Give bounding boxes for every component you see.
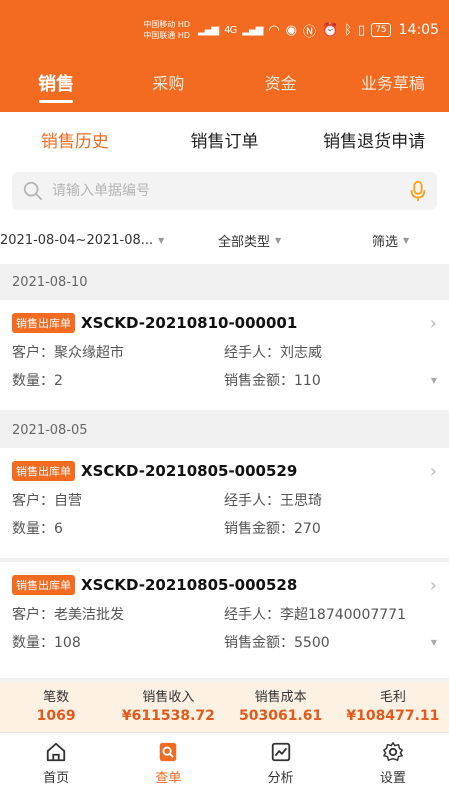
status-bar: 中国移动 HD 中国联通 HD ▂▄▆ 4G ▂▄▆ ◠ ◉ Ⓝ ⏰ ᛒ ▯ 7… xyxy=(143,10,439,50)
nav-order-search[interactable]: 查单 xyxy=(112,733,224,800)
expand-caret-icon[interactable]: ▼ xyxy=(431,638,437,647)
summary-count: 笔数 1069 xyxy=(36,690,76,724)
summary-bar: 笔数 1069 销售收入 ¥611538.72 销售成本 503061.61 毛… xyxy=(0,682,449,732)
amount-field: 销售金额：110 xyxy=(224,373,321,389)
customer-field: 客户：老美洁批发 xyxy=(12,607,124,623)
record-card[interactable]: 销售出库单 XSCKD-20210805-000528 › 客户：老美洁批发 经… xyxy=(0,562,449,678)
subtab-sales-history[interactable]: 销售历史 xyxy=(0,127,150,152)
vibrate-icon: ▯ xyxy=(358,22,366,38)
dropdown-arrow-icon: ▼ xyxy=(275,235,282,245)
tab-purchase[interactable]: 采购 xyxy=(112,60,224,112)
battery-icon: 75 xyxy=(371,23,391,37)
search-bar xyxy=(0,166,449,216)
chevron-right-icon[interactable]: › xyxy=(430,313,437,334)
handler-field: 经手人：王思琦 xyxy=(224,493,322,509)
record-row: 客户：老美洁批发 经手人：李超18740007771 xyxy=(12,600,437,628)
record-header: 销售出库单 XSCKD-20210805-000529 › xyxy=(12,456,437,486)
date-range-label: 2021-08-04~2021-08... xyxy=(0,232,154,248)
chevron-right-icon[interactable]: › xyxy=(430,461,437,482)
carrier-info: 中国移动 HD 中国联通 HD xyxy=(143,19,190,41)
record-header: 销售出库单 XSCKD-20210810-000001 › xyxy=(12,308,437,338)
nav-settings[interactable]: 设置 xyxy=(337,733,449,800)
advanced-filter[interactable]: 筛选 ▼ xyxy=(372,231,409,250)
summary-cost: 销售成本 503061.61 xyxy=(239,690,323,724)
nfc-icon: Ⓝ xyxy=(303,24,317,40)
filter-label: 筛选 xyxy=(372,234,399,250)
nav-analysis[interactable]: 分析 xyxy=(225,733,337,800)
alarm-icon: ⏰ xyxy=(322,22,339,38)
top-header: 中国移动 HD 中国联通 HD ▂▄▆ 4G ▂▄▆ ◠ ◉ Ⓝ ⏰ ᛒ ▯ 7… xyxy=(0,0,449,112)
chart-icon xyxy=(271,742,290,762)
tab-funds[interactable]: 资金 xyxy=(225,60,337,112)
amount-field: 销售金额：270 xyxy=(224,521,321,537)
subtab-sales-returns[interactable]: 销售退货申请 xyxy=(299,127,449,152)
quantity-field: 数量：2 xyxy=(12,373,63,389)
order-search-icon xyxy=(160,742,177,762)
search-box xyxy=(12,172,437,210)
doc-type-badge: 销售出库单 xyxy=(12,575,75,595)
customer-field: 客户：自营 xyxy=(12,493,82,509)
summary-profit: 毛利 ¥108477.11 xyxy=(346,690,440,724)
carrier-1: 中国移动 HD xyxy=(143,20,191,29)
date-group-header: 2021-08-10 xyxy=(0,266,449,300)
bluetooth-icon: ᛒ xyxy=(344,22,353,38)
network-label: 4G xyxy=(224,24,237,36)
handler-field: 经手人：刘志威 xyxy=(224,345,322,361)
filter-bar: 2021-08-04~2021-08... ▼ 全部类型 ▼ 筛选 ▼ xyxy=(0,216,449,264)
date-range-filter[interactable]: 2021-08-04~2021-08... ▼ xyxy=(0,233,164,248)
record-row: 数量：6 销售金额：270 xyxy=(12,514,437,542)
wifi-icon: ◠ xyxy=(268,22,280,38)
type-filter-label: 全部类型 xyxy=(218,234,271,250)
sub-tabs: 销售历史 销售订单 销售退货申请 xyxy=(0,112,449,166)
doc-number: XSCKD-20210805-000528 xyxy=(81,576,298,594)
gear-icon xyxy=(382,742,403,761)
amount-field: 销售金额：5500 xyxy=(224,635,330,651)
record-card[interactable]: 销售出库单 XSCKD-20210805-000529 › 客户：自营 经手人：… xyxy=(0,448,449,558)
dropdown-arrow-icon: ▼ xyxy=(403,235,410,245)
home-icon xyxy=(46,742,66,762)
expand-caret-icon[interactable]: ▼ xyxy=(431,376,437,385)
doc-type-badge: 销售出库单 xyxy=(12,461,75,481)
record-row: 数量：108 销售金额：5500 ▼ xyxy=(12,628,437,656)
clock: 14:05 xyxy=(398,22,439,38)
search-input[interactable] xyxy=(52,183,409,199)
handler-field: 经手人：李超18740007771 xyxy=(224,607,406,623)
date-group-header: 2021-08-05 xyxy=(0,414,449,448)
search-icon xyxy=(23,181,43,201)
subtab-sales-orders[interactable]: 销售订单 xyxy=(150,127,300,152)
summary-revenue: 销售收入 ¥611538.72 xyxy=(121,690,215,724)
eye-icon: ◉ xyxy=(285,22,298,38)
bottom-nav: 首页 查单 分析 设置 xyxy=(0,732,449,800)
record-card[interactable]: 销售出库单 XSCKD-20210810-000001 › 客户：聚众缘超市 经… xyxy=(0,300,449,410)
nav-home[interactable]: 首页 xyxy=(0,733,112,800)
carrier-2: 中国联通 HD xyxy=(143,31,191,40)
tab-sales[interactable]: 销售 xyxy=(0,60,112,112)
doc-number: XSCKD-20210810-000001 xyxy=(81,314,298,332)
signal-icon: ▂▄▆ xyxy=(198,24,219,36)
record-row: 客户：聚众缘超市 经手人：刘志威 xyxy=(12,338,437,366)
dropdown-arrow-icon: ▼ xyxy=(158,235,165,245)
microphone-icon[interactable] xyxy=(409,180,427,202)
record-row: 客户：自营 经手人：王思琦 xyxy=(12,486,437,514)
customer-field: 客户：聚众缘超市 xyxy=(12,345,124,361)
signal-icon-2: ▂▄▆ xyxy=(242,24,263,36)
tab-drafts[interactable]: 业务草稿 xyxy=(337,60,449,112)
doc-number: XSCKD-20210805-000529 xyxy=(81,462,298,480)
main-tabs: 销售 采购 资金 业务草稿 xyxy=(0,60,449,112)
quantity-field: 数量：108 xyxy=(12,635,81,651)
quantity-field: 数量：6 xyxy=(12,521,63,537)
record-row: 数量：2 销售金额：110 ▼ xyxy=(12,366,437,394)
chevron-right-icon[interactable]: › xyxy=(430,575,437,596)
record-header: 销售出库单 XSCKD-20210805-000528 › xyxy=(12,570,437,600)
type-filter[interactable]: 全部类型 ▼ xyxy=(218,231,281,250)
doc-type-badge: 销售出库单 xyxy=(12,313,75,333)
